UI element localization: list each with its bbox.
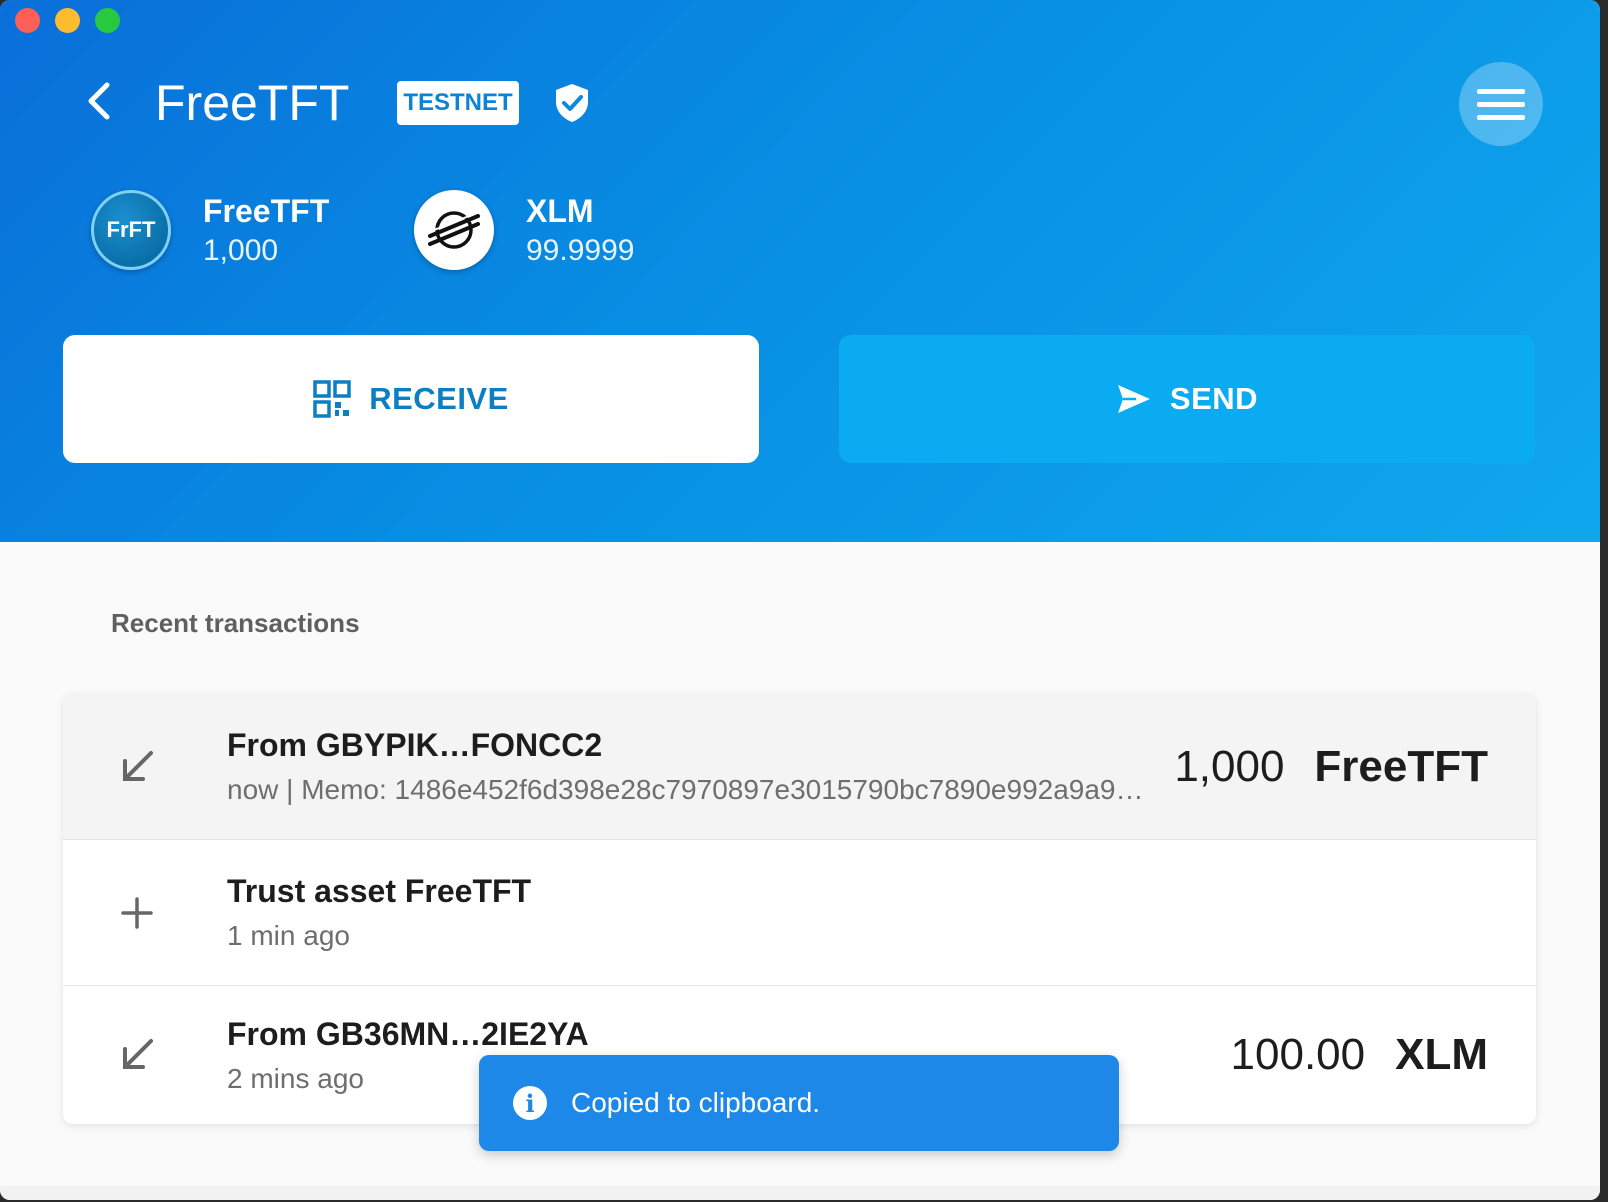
transaction-amount: 100.00 XLM <box>1231 986 1488 1124</box>
testnet-badge: TESTNET <box>397 81 519 125</box>
minimize-window-button[interactable] <box>55 8 80 33</box>
stellar-logo-icon <box>414 190 494 270</box>
toast-message: Copied to clipboard. <box>571 1087 821 1118</box>
amount-value: 1,000 <box>1174 741 1285 791</box>
page-title: FreeTFT <box>155 75 350 131</box>
maximize-window-button[interactable] <box>95 8 120 33</box>
window-controls <box>15 8 120 33</box>
qr-code-icon <box>313 380 351 418</box>
transaction-title: Trust asset FreeTFT <box>227 873 532 909</box>
back-button[interactable] <box>78 78 120 124</box>
plus-icon <box>107 883 167 943</box>
shield-check-icon <box>556 84 588 122</box>
amount-value: 100.00 <box>1230 1030 1366 1079</box>
arrow-down-left-icon <box>107 737 167 797</box>
app-window: FreeTFT TESTNET FrFT FreeTFT 1,000 XLM 9… <box>0 0 1600 1200</box>
copied-toast[interactable]: i Copied to clipboard. <box>479 1055 1119 1151</box>
transaction-row[interactable]: Trust asset FreeTFT 1 min ago <box>63 840 1536 986</box>
amount-currency: FreeTFT <box>1314 741 1488 791</box>
recent-transactions-heading: Recent transactions <box>111 608 360 638</box>
transaction-subtitle: now | Memo: 1486e452f6d398e28c7970897e30… <box>227 774 1144 805</box>
receive-button[interactable]: RECEIVE <box>63 335 759 463</box>
amount-currency: XLM <box>1395 1030 1488 1079</box>
transaction-row[interactable]: From GBYPIK…FONCC2 now | Memo: 1486e452f… <box>63 694 1536 840</box>
balance-freetft[interactable]: FrFT FreeTFT 1,000 <box>91 190 329 270</box>
close-window-button[interactable] <box>15 8 40 33</box>
balance-amount: 99.9999 <box>526 233 635 267</box>
bottom-strip <box>0 1186 1600 1200</box>
balance-xlm[interactable]: XLM 99.9999 <box>414 190 634 270</box>
send-label: SEND <box>1169 381 1259 416</box>
transaction-amount: 1,000 FreeTFT <box>1174 694 1488 839</box>
hamburger-icon <box>1477 88 1525 120</box>
balance-code: XLM <box>526 192 594 229</box>
frft-coin-icon: FrFT <box>91 190 171 270</box>
transaction-subtitle: 1 min ago <box>227 920 350 951</box>
account-header: FreeTFT TESTNET FrFT FreeTFT 1,000 XLM 9… <box>0 0 1600 542</box>
balance-code: FreeTFT <box>203 192 330 229</box>
send-icon <box>1116 383 1152 415</box>
receive-label: RECEIVE <box>369 381 509 416</box>
menu-button[interactable] <box>1459 62 1543 146</box>
chevron-left-icon <box>88 82 110 120</box>
info-icon: i <box>513 1086 547 1120</box>
arrow-down-left-icon <box>107 1025 167 1085</box>
send-button[interactable]: SEND <box>839 335 1535 463</box>
balance-amount: 1,000 <box>203 233 279 267</box>
